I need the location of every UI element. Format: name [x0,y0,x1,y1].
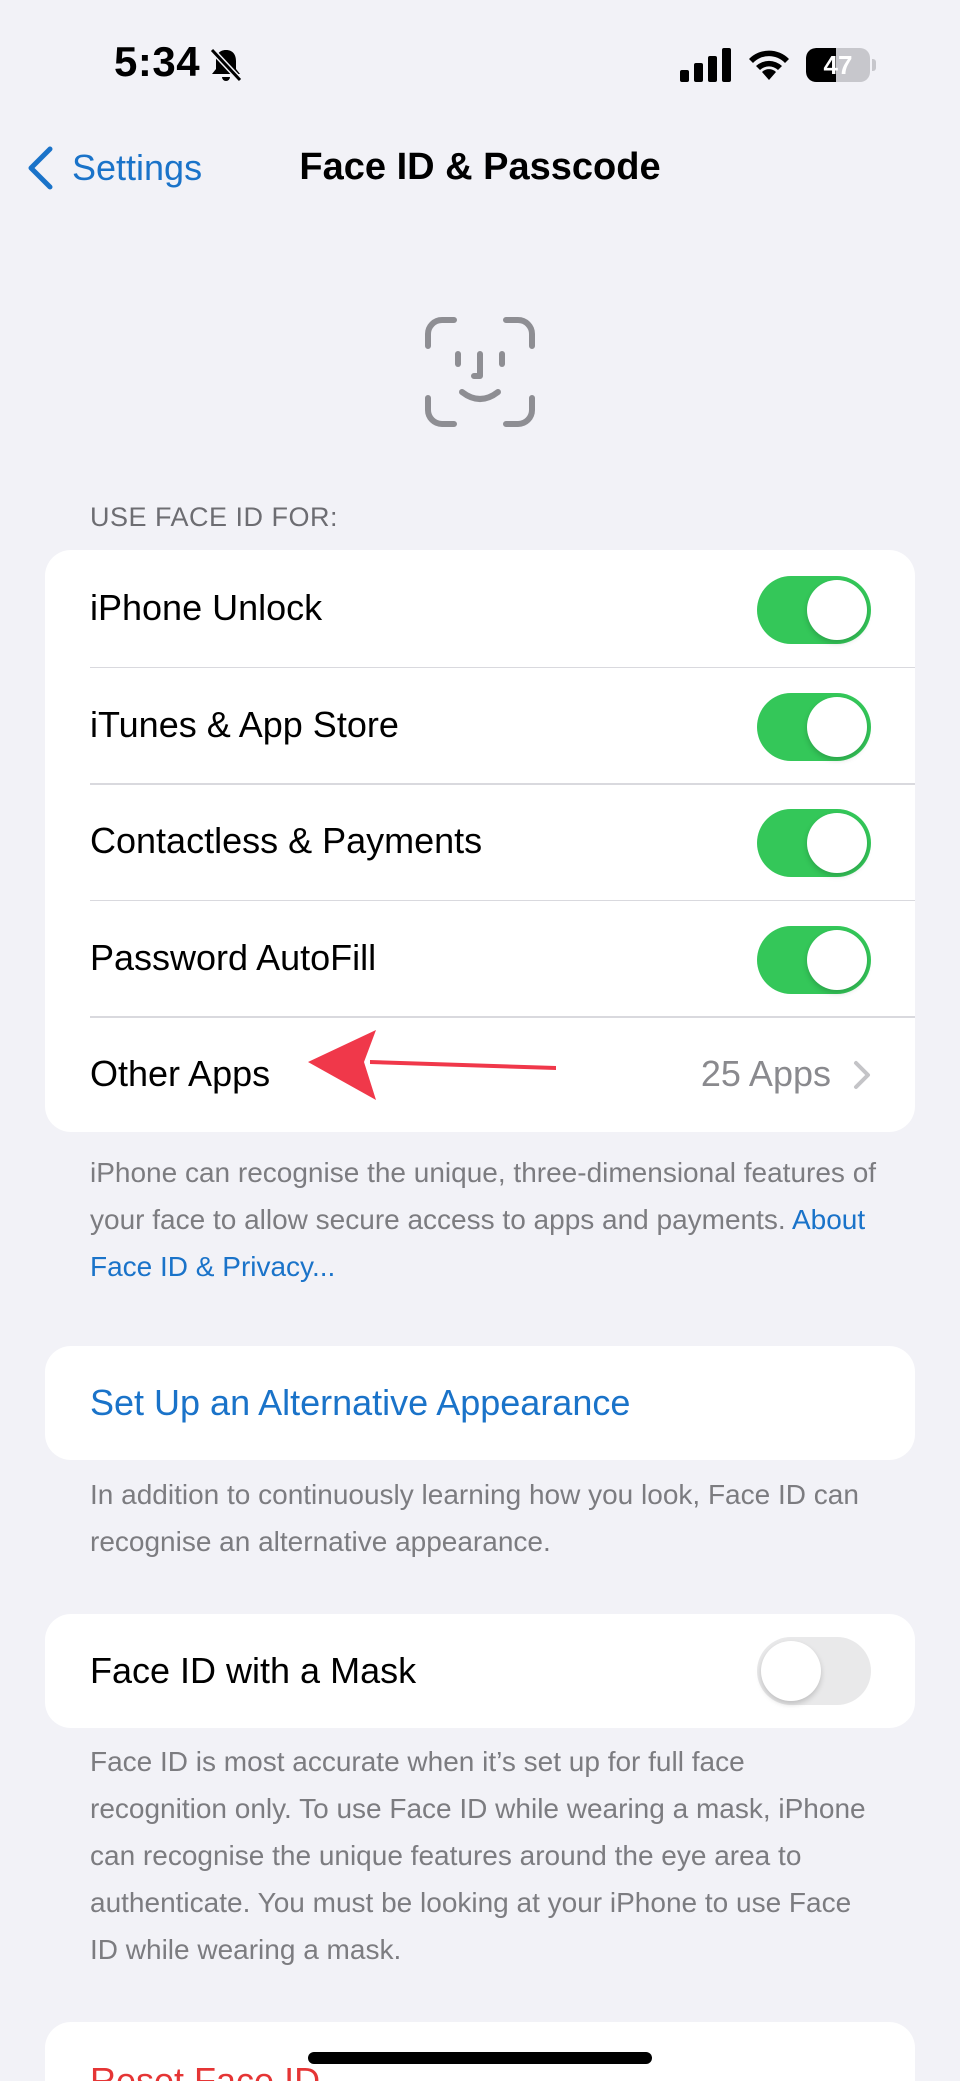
mask-group: Face ID with a Mask [45,1614,915,1728]
page-title: Face ID & Passcode [299,146,661,188]
set-up-alternative-appearance-button[interactable]: Set Up an Alternative Appearance [45,1346,915,1460]
row-label: iTunes & App Store [90,703,399,745]
row-label: Reset Face ID [90,2060,321,2081]
itunes-app-store-toggle[interactable] [757,692,871,761]
row-contactless-payments[interactable]: Contactless & Payments [45,783,915,900]
status-time: 5:34 [114,38,201,85]
row-label: Set Up an Alternative Appearance [90,1382,631,1423]
alternative-appearance-footer: In addition to continuously learning how… [90,1479,859,1557]
chevron-right-icon [854,1061,870,1089]
bell-slash-icon [209,47,243,83]
row-iphone-unlock[interactable]: iPhone Unlock [45,550,915,667]
row-label: Password AutoFill [90,936,377,978]
face-id-footer: iPhone can recognise the unique, three-d… [90,1157,877,1282]
row-password-autofill[interactable]: Password AutoFill [45,899,915,1017]
section-header-use-face-id: USE FACE ID FOR: [90,502,339,532]
other-apps-count: 25 Apps [700,1053,831,1095]
home-indicator [308,2052,652,2064]
password-autofill-toggle[interactable] [757,925,871,994]
row-itunes-app-store[interactable]: iTunes & App Store [45,666,915,784]
iphone-unlock-toggle[interactable] [757,576,871,644]
face-id-icon [425,317,535,427]
annotation-arrow-icon [308,1030,556,1100]
status-bar: 5:34 47 [0,0,960,120]
battery-icon: 47 [806,48,876,82]
row-face-id-with-mask[interactable]: Face ID with a Mask [45,1614,915,1728]
face-id-passcode-screen: 5:34 47 Settings Face ID & Passcode USE … [0,0,960,2081]
cellular-signal-icon [680,48,731,82]
mask-footer: Face ID is most accurate when it’s set u… [90,1746,866,1965]
row-label: Face ID with a Mask [90,1650,417,1691]
battery-level: 47 [823,50,853,80]
contactless-payments-toggle[interactable] [757,809,871,877]
face-id-mask-toggle[interactable] [757,1637,871,1705]
row-label: Contactless & Payments [90,820,483,862]
wifi-icon [749,50,789,80]
row-label: Other Apps [90,1053,271,1095]
alternative-appearance-group: Set Up an Alternative Appearance [45,1346,915,1460]
row-label: iPhone Unlock [90,587,323,629]
